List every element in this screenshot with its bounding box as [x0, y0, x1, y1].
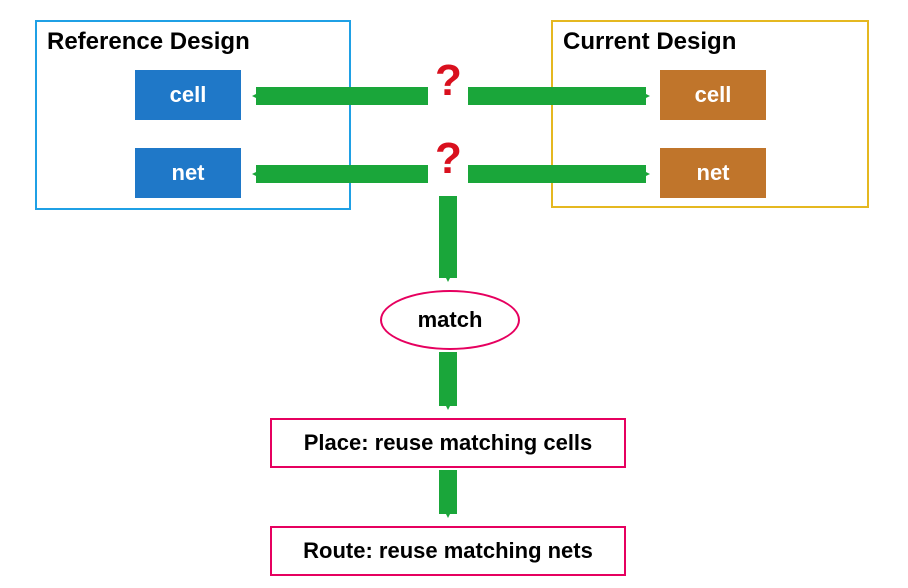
arrows-layer	[0, 0, 908, 588]
diagram-canvas: Reference Design cell net Current Design…	[0, 0, 908, 588]
